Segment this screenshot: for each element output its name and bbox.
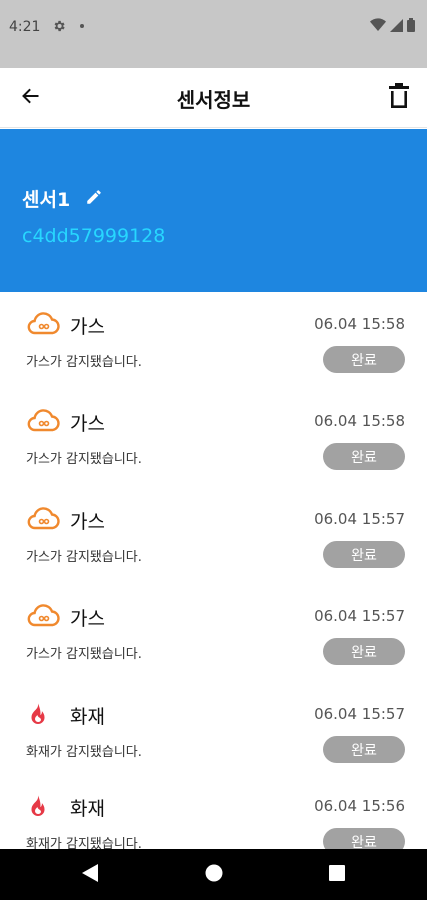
- status-time: 4:21: [9, 19, 41, 35]
- sensor-header: 센서1 c4dd57999128: [0, 129, 427, 292]
- circle-home-icon: [205, 864, 223, 886]
- fire-icon: [26, 702, 62, 726]
- nav-recents-button[interactable]: [325, 863, 349, 887]
- trash-icon: [389, 83, 409, 113]
- list-item[interactable]: 가스 06.04 15:57 가스가 감지됐습니다. 완료: [0, 487, 427, 584]
- list-item[interactable]: 화재 06.04 15:56 화재가 감지됐습니다. 완료: [0, 774, 427, 849]
- gas-cloud-icon: [26, 507, 62, 531]
- gas-cloud-icon: [26, 312, 62, 336]
- event-message: 가스가 감지됐습니다.: [26, 647, 142, 662]
- gas-cloud-icon: [26, 604, 62, 628]
- sensor-id: c4dd57999128: [22, 225, 166, 247]
- sensor-name-row: 센서1: [22, 185, 104, 212]
- cell-signal-icon: [390, 17, 403, 36]
- event-time: 06.04 15:58: [314, 412, 405, 430]
- system-nav-bar: [0, 849, 427, 900]
- event-message: 화재가 감지됐습니다.: [26, 745, 142, 760]
- event-time: 06.04 15:58: [314, 315, 405, 333]
- fire-icon: [26, 794, 62, 818]
- event-type: 가스: [70, 316, 105, 338]
- delete-button[interactable]: [385, 83, 413, 113]
- status-badge[interactable]: 완료: [323, 346, 405, 373]
- list-item[interactable]: 화재 06.04 15:57 화재가 감지됐습니다. 완료: [0, 682, 427, 779]
- event-message: 화재가 감지됐습니다.: [26, 837, 142, 849]
- status-bar: 4:21: [0, 0, 427, 68]
- notification-dot-icon: [80, 24, 84, 28]
- event-type: 가스: [70, 511, 105, 533]
- list-item[interactable]: 가스 06.04 15:58 가스가 감지됐습니다. 완료: [0, 389, 427, 486]
- square-recents-icon: [329, 865, 345, 885]
- app-bar: 센서정보: [0, 68, 427, 128]
- event-type: 가스: [70, 608, 105, 630]
- event-type: 화재: [70, 798, 105, 820]
- page-title: 센서정보: [176, 88, 251, 112]
- sensor-name: 센서1: [22, 189, 71, 211]
- gas-cloud-icon: [26, 409, 62, 433]
- arrow-back-icon: [21, 86, 41, 110]
- event-type: 화재: [70, 706, 105, 728]
- status-badge[interactable]: 완료: [323, 443, 405, 470]
- pencil-icon: [85, 188, 103, 210]
- status-badge[interactable]: 완료: [323, 736, 405, 763]
- back-button[interactable]: [18, 85, 44, 111]
- status-indicators: [370, 17, 415, 36]
- list-item[interactable]: 가스 06.04 15:58 가스가 감지됐습니다. 완료: [0, 292, 427, 389]
- status-badge[interactable]: 완료: [323, 638, 405, 665]
- event-message: 가스가 감지됐습니다.: [26, 355, 142, 370]
- settings-gear-icon: [52, 18, 66, 32]
- event-time: 06.04 15:57: [314, 607, 405, 625]
- wifi-icon: [370, 17, 386, 36]
- event-message: 가스가 감지됐습니다.: [26, 550, 142, 565]
- event-time: 06.04 15:57: [314, 510, 405, 528]
- status-badge[interactable]: 완료: [323, 828, 405, 849]
- event-time: 06.04 15:56: [314, 797, 405, 815]
- battery-icon: [407, 17, 415, 36]
- event-type: 가스: [70, 413, 105, 435]
- triangle-back-icon: [82, 864, 98, 886]
- edit-name-button[interactable]: [84, 189, 104, 209]
- list-item[interactable]: 가스 06.04 15:57 가스가 감지됐습니다. 완료: [0, 584, 427, 681]
- event-message: 가스가 감지됐습니다.: [26, 452, 142, 467]
- event-list[interactable]: 가스 06.04 15:58 가스가 감지됐습니다. 완료 가스 06.04 1…: [0, 292, 427, 849]
- event-time: 06.04 15:57: [314, 705, 405, 723]
- status-badge[interactable]: 완료: [323, 541, 405, 568]
- nav-back-button[interactable]: [78, 863, 102, 887]
- nav-home-button[interactable]: [202, 863, 226, 887]
